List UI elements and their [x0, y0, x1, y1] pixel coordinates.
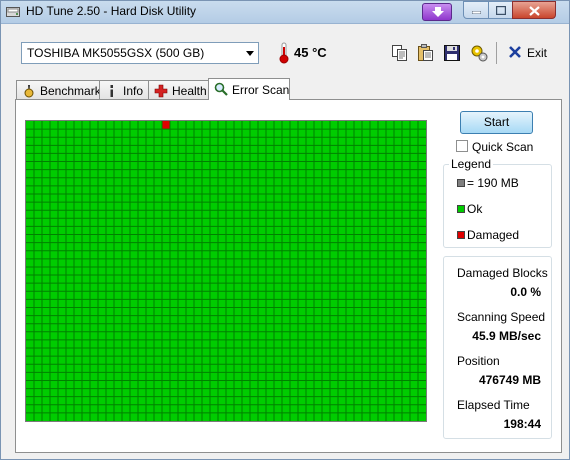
stopwatch-icon	[24, 85, 34, 98]
legend-damaged-text: Damaged	[467, 228, 520, 242]
app-window: HD Tune 2.50 - Hard Disk Utility TOSHIBA…	[0, 0, 570, 460]
exit-button[interactable]: Exit	[527, 46, 547, 60]
legend-ok-swatch	[457, 205, 465, 213]
window-controls	[463, 1, 567, 20]
start-button[interactable]: Start	[460, 111, 533, 134]
scanning-speed-label: Scanning Speed	[457, 310, 546, 324]
tab-health-label: Health	[172, 84, 207, 98]
tab-info-label: Info	[123, 84, 144, 98]
scan-block-map	[25, 120, 427, 422]
legend-damaged-swatch	[457, 231, 465, 239]
quick-scan-checkbox[interactable]	[456, 140, 468, 152]
options-icon	[471, 45, 488, 62]
download-arrow-icon	[432, 7, 444, 17]
legend-title: Legend	[449, 157, 494, 171]
copy-all-button[interactable]	[415, 42, 437, 64]
minimize-button[interactable]	[463, 1, 489, 19]
position-label: Position	[457, 354, 500, 368]
thermometer-icon	[279, 42, 289, 64]
clipboard-icon	[418, 44, 433, 61]
options-button[interactable]	[468, 42, 490, 64]
drive-select[interactable]: TOSHIBA MK5055GSX (500 GB)	[21, 42, 259, 64]
scan-grid	[26, 121, 426, 421]
tab-benchmark-label: Benchmark	[40, 84, 101, 98]
floppy-disk-icon	[444, 45, 460, 61]
drive-select-value: TOSHIBA MK5055GSX (500 GB)	[27, 46, 205, 60]
chevron-down-icon	[246, 51, 254, 56]
tab-benchmark[interactable]: Benchmark	[16, 80, 101, 99]
tab-info[interactable]: Info	[99, 80, 149, 99]
magnifier-icon	[214, 82, 228, 96]
tab-error-scan[interactable]: Error Scan	[208, 78, 290, 100]
tab-health[interactable]: Health	[148, 80, 209, 99]
tab-error-scan-label: Error Scan	[232, 83, 290, 97]
health-cross-icon	[154, 84, 168, 98]
copy-button[interactable]	[389, 42, 411, 64]
damaged-blocks-label: Damaged Blocks	[457, 266, 548, 280]
close-icon	[529, 6, 540, 16]
damaged-block	[162, 121, 170, 130]
legend-box: Legend = 190 MB Ok Damaged	[443, 157, 552, 248]
temperature-readout: 45 °C	[294, 45, 327, 60]
minimize-icon	[472, 11, 481, 14]
download-update-button[interactable]	[422, 3, 452, 21]
toolbar-separator	[496, 42, 497, 64]
window-title: HD Tune 2.50 - Hard Disk Utility	[26, 4, 197, 18]
copy-icon	[392, 45, 407, 61]
app-icon	[6, 7, 20, 17]
scanning-speed-value: 45.9 MB/sec	[472, 329, 541, 343]
elapsed-time-label: Elapsed Time	[457, 398, 530, 412]
damaged-blocks-value: 0.0 %	[510, 285, 541, 299]
info-icon	[110, 85, 113, 97]
close-button[interactable]	[512, 1, 556, 19]
maximize-icon	[496, 6, 506, 15]
elapsed-time-value: 198:44	[503, 417, 541, 431]
scan-stats-box: Damaged Blocks 0.0 % Scanning Speed 45.9…	[443, 256, 552, 439]
title-bar[interactable]: HD Tune 2.50 - Hard Disk Utility	[1, 1, 569, 24]
maximize-button[interactable]	[488, 1, 513, 19]
legend-block-swatch	[457, 179, 465, 187]
legend-block-size-text: = 190 MB	[467, 176, 519, 190]
legend-ok-text: Ok	[467, 202, 483, 216]
save-button[interactable]	[441, 42, 463, 64]
error-scan-panel: Start Quick Scan Legend = 190 MB Ok Dama…	[15, 99, 562, 453]
quick-scan-label[interactable]: Quick Scan	[472, 140, 533, 154]
exit-icon[interactable]	[508, 45, 522, 59]
position-value: 476749 MB	[478, 373, 541, 387]
